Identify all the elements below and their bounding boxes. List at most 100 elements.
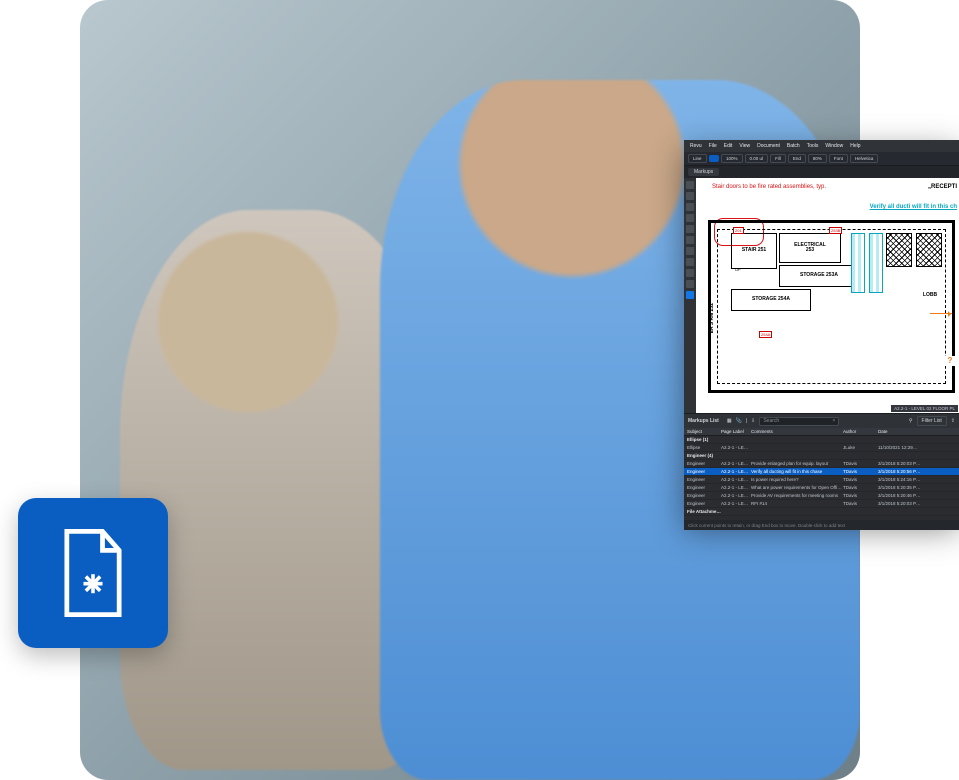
room-label: LOBB (923, 293, 937, 299)
cell: 3/1/2018 5:20:56 P… (878, 469, 928, 474)
table-header: Subject Page Label Comments Author Date (684, 428, 959, 436)
room-storage-b: STORAGE 254A (731, 289, 811, 311)
tool-properties-toolbar: Line 100% 0.00 ul Fill End 80% Font Helv… (684, 152, 959, 166)
clear-search-icon[interactable]: × (832, 418, 835, 424)
table-row[interactable]: Engineer A2.2-1 - LEVE… RFI #14 TDavis 3… (684, 500, 959, 508)
search-input[interactable]: Search × (759, 417, 839, 426)
menu-item[interactable]: Edit (724, 143, 733, 149)
annotation-red[interactable]: Stair doors to be fire rated assemblies,… (712, 184, 826, 191)
room-stair: STAIR 251 (731, 233, 777, 269)
room-label: STORAGE 254A (752, 297, 790, 303)
cell: Engineer (687, 477, 721, 482)
drawing-canvas[interactable]: Stair doors to be fire rated assemblies,… (696, 178, 959, 413)
rail-icon[interactable] (686, 181, 694, 189)
cell: TDavis (843, 501, 878, 506)
table-row[interactable]: Engineer A2.2-1 - LEVE… Is power require… (684, 476, 959, 484)
divider-icon: | (746, 418, 747, 424)
menu-item[interactable]: Revu (690, 143, 702, 149)
arrow-markup[interactable] (930, 313, 952, 314)
menu-item[interactable]: Help (850, 143, 860, 149)
dim-label: 201 (733, 227, 744, 234)
left-tool-rail (684, 178, 696, 413)
group-label: Ellipse (1) (687, 437, 721, 442)
font-label: Font (829, 154, 848, 163)
rail-icon[interactable] (686, 225, 694, 233)
filter-icon[interactable]: ⚲ (909, 418, 913, 424)
opacity-display[interactable]: 80% (808, 154, 827, 163)
search-placeholder: Search (763, 418, 779, 424)
room-label: STORAGE 253A (800, 273, 838, 279)
table-row[interactable]: Engineer A2.2-1 - LEVE… What are power r… (684, 484, 959, 492)
col-date[interactable]: Date (878, 429, 928, 434)
rail-icon[interactable] (686, 236, 694, 244)
export-icon[interactable]: ⇪ (951, 418, 955, 424)
table-row[interactable]: Engineer A2.2-1 - LEVE… Provide enlarged… (684, 460, 959, 468)
color-swatch[interactable] (709, 155, 720, 162)
cell: A2.2-1 - LEVE… (721, 493, 751, 498)
table-row[interactable]: Engineer A2.2-1 - LEVE… Provide AV requi… (684, 492, 959, 500)
cell: A2.2-1 - LEVE… (721, 501, 751, 506)
cell: A2.2-1 - LEVE… (721, 485, 751, 490)
rail-icon[interactable] (686, 269, 694, 277)
col-subject[interactable]: Subject (687, 429, 721, 434)
fill-button[interactable]: Fill (770, 154, 786, 163)
room-label: ELECTRICAL 253 (794, 243, 826, 254)
col-page[interactable]: Page Label (721, 429, 751, 434)
page-footer-label: A2.2-1 - LEVEL 02 FLOOR PL (891, 405, 958, 412)
group-label: File Attachment (1) (687, 509, 721, 514)
feature-icon-card (18, 498, 168, 648)
rail-icon[interactable] (686, 247, 694, 255)
panel-title: Markups List (688, 418, 719, 424)
rail-icon[interactable] (686, 258, 694, 266)
menu-item[interactable]: Document (757, 143, 780, 149)
cell: Engineer (687, 493, 721, 498)
document-tabs: Markups (684, 166, 959, 178)
rail-icon[interactable] (686, 214, 694, 222)
markups-table: Subject Page Label Comments Author Date … (684, 428, 959, 520)
columns-icon[interactable]: ▦ (727, 418, 732, 424)
end-button[interactable]: End (788, 154, 806, 163)
duct-highlight[interactable] (851, 233, 865, 293)
table-row-selected[interactable]: Engineer A2.2-1 - LEVE… Verify all ducti… (684, 468, 959, 476)
group-row[interactable]: Engineer (4) (684, 452, 959, 460)
status-bar: Click current points to retain, or drag … (684, 520, 959, 530)
question-callout[interactable]: ? (945, 356, 955, 366)
cell: Provide enlarged plan for equip. layout (751, 461, 843, 466)
annotation-cyan[interactable]: Verify all ducti will fit in this ch (870, 204, 957, 211)
document-spark-icon (57, 529, 129, 617)
col-author[interactable]: Author (843, 429, 878, 434)
group-row[interactable]: Ellipse (1) (684, 436, 959, 444)
cell: TDavis (843, 485, 878, 490)
rail-icon-active[interactable] (686, 291, 694, 299)
text-reception: „RECEPTI (928, 184, 957, 190)
cell: 3/1/2018 5:20:03 P… (878, 461, 928, 466)
rail-icon[interactable] (686, 203, 694, 211)
cell: 11/10/2021 12:29… (878, 445, 928, 450)
rail-icon[interactable] (686, 280, 694, 288)
tab-markups[interactable]: Markups (688, 168, 719, 176)
menu-item[interactable]: Batch (787, 143, 800, 149)
menu-item[interactable]: File (709, 143, 717, 149)
font-select[interactable]: Helvetica (850, 154, 879, 163)
status-text: Click current points to retain, or drag … (688, 523, 845, 528)
menu-item[interactable]: Tools (807, 143, 819, 149)
duct-highlight[interactable] (869, 233, 883, 293)
import-icon[interactable]: ⇩ (751, 418, 755, 424)
menu-bar: Revu File Edit View Document Batch Tools… (684, 140, 959, 152)
workspace: Stair doors to be fire rated assemblies,… (684, 178, 959, 413)
group-row[interactable]: File Attachment (1) (684, 508, 959, 516)
filter-list-button[interactable]: Filter List (917, 416, 947, 426)
zoom-display[interactable]: 100% (721, 154, 743, 163)
dim-label: 254A (759, 331, 772, 338)
rail-icon[interactable] (686, 192, 694, 200)
table-row[interactable]: Ellipse A2.2-1 - LEVE… JLuke 11/10/2021 … (684, 444, 959, 452)
line-tool-button[interactable]: Line (688, 154, 707, 163)
menu-item[interactable]: View (739, 143, 750, 149)
menu-item[interactable]: Window (825, 143, 843, 149)
cell: TDavis (843, 477, 878, 482)
cell: A2.2-1 - LEVE… (721, 445, 751, 450)
app-window: Revu File Edit View Document Batch Tools… (684, 140, 959, 520)
attach-icon[interactable]: 📎 (736, 418, 742, 424)
col-comments[interactable]: Comments (751, 429, 843, 434)
cell: Engineer (687, 501, 721, 506)
